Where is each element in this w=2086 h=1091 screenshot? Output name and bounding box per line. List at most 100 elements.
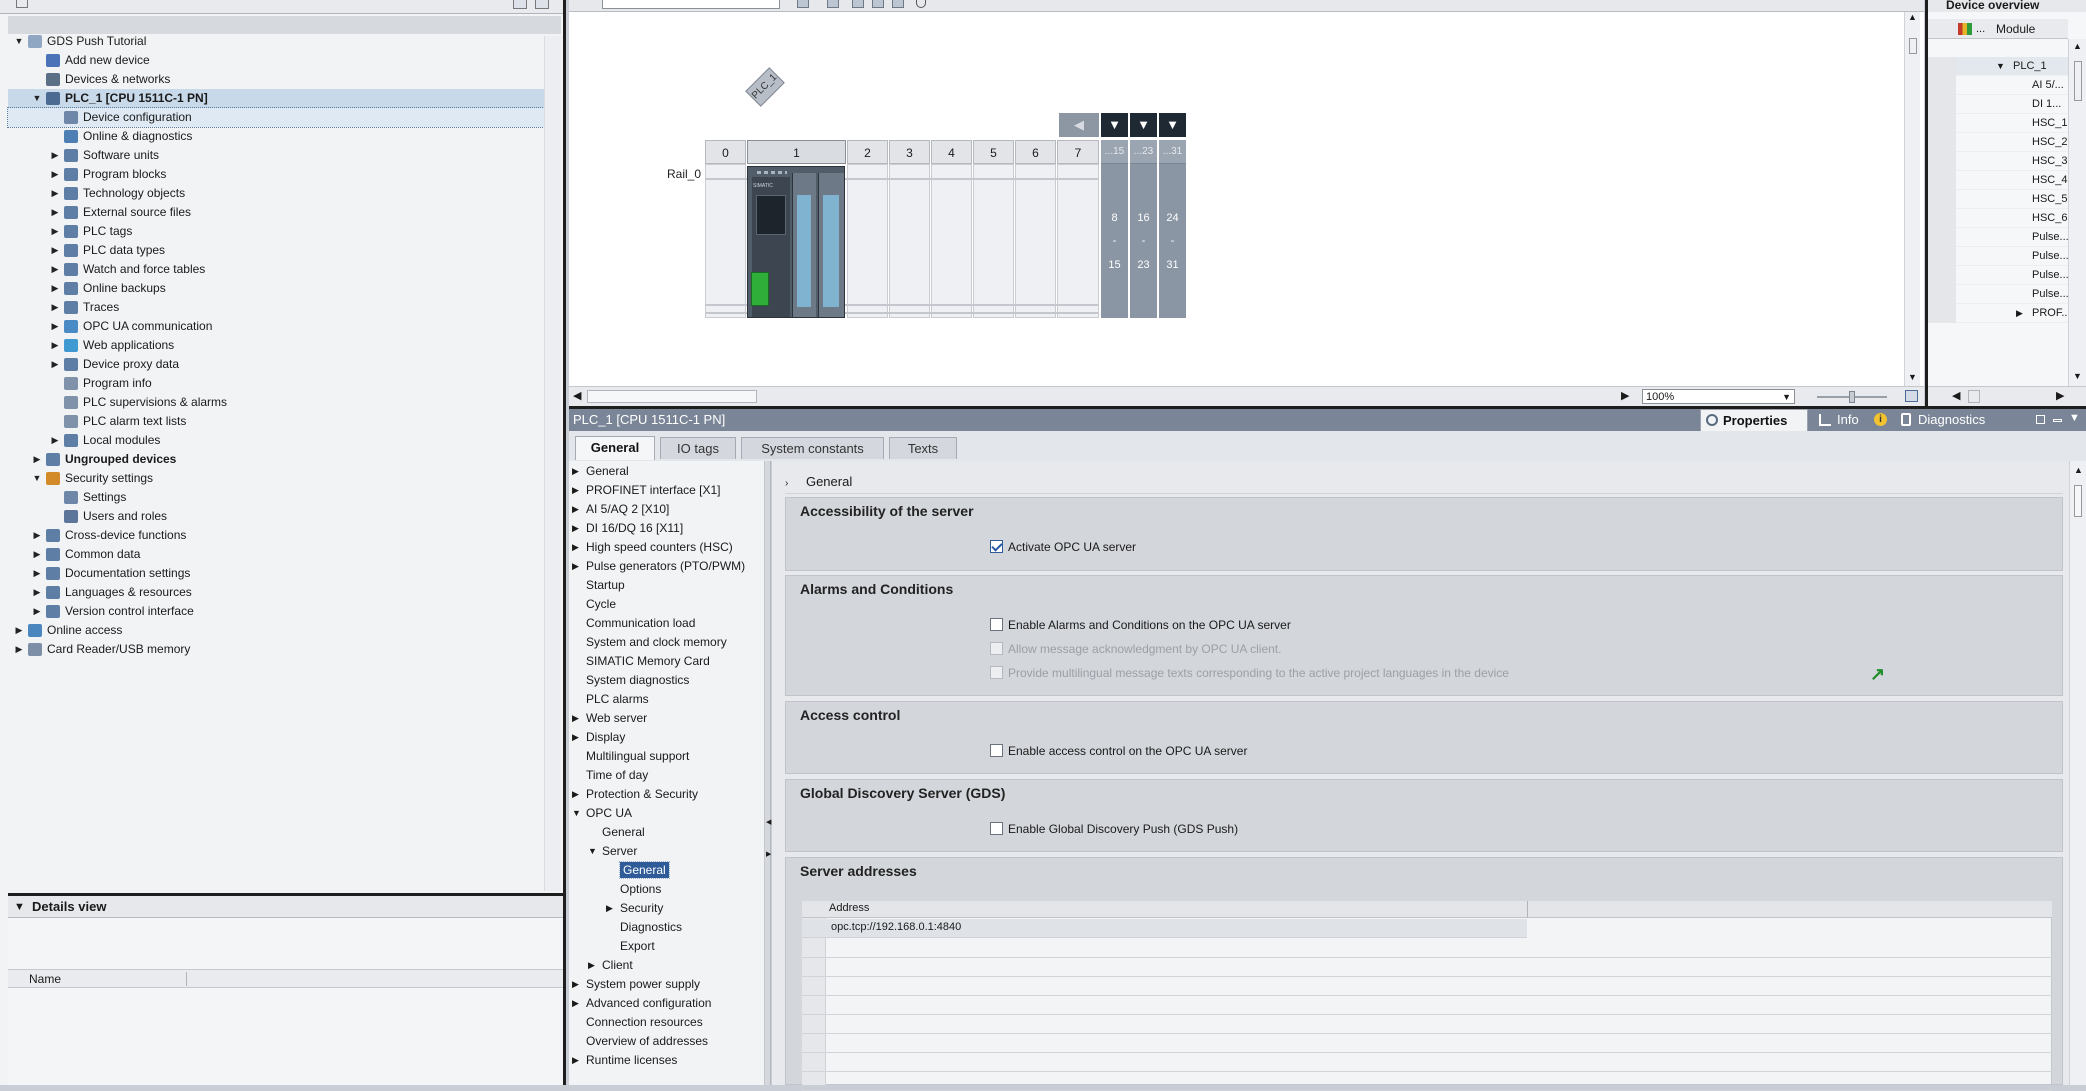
tree-item[interactable]: ▶ Documentation settings: [8, 564, 544, 583]
device-overview-row[interactable]: HSC_3: [1928, 152, 2068, 171]
nav-item[interactable]: Diagnostics: [620, 918, 682, 937]
fit-view-icon[interactable]: [1905, 390, 1918, 402]
tree-item[interactable]: ▶ Device proxy data: [8, 355, 544, 374]
chevron-right-icon[interactable]: ▶: [32, 583, 42, 602]
tree-item[interactable]: ▶ Traces: [8, 298, 544, 317]
tree-item[interactable]: Program info: [8, 374, 544, 393]
tree-item[interactable]: ▶ PLC data types: [8, 241, 544, 260]
device-overview-row[interactable]: HSC_5: [1928, 190, 2068, 209]
chevron-down-icon[interactable]: ▼: [2069, 412, 2080, 424]
device-overview-row[interactable]: Pulse...: [1928, 228, 2069, 247]
device-overview-row[interactable]: HSC_4: [1928, 171, 2068, 190]
nav-item[interactable]: PLC alarms: [586, 690, 649, 709]
tree-item[interactable]: ▶ Ungrouped devices: [8, 450, 544, 469]
enable-alarms-checkbox[interactable]: [990, 618, 1003, 631]
project-tree-scrollbar[interactable]: [544, 36, 561, 891]
activate-opcua-checkbox[interactable]: [990, 540, 1003, 553]
nav-item[interactable]: ▼ Server: [588, 842, 637, 861]
device-overview-row[interactable]: HSC_6: [1928, 209, 2068, 228]
expand-slot-toggle[interactable]: ▼: [1130, 113, 1157, 137]
slot-header[interactable]: 2: [847, 140, 888, 164]
chevron-right-icon[interactable]: ▶: [50, 336, 60, 355]
nav-item[interactable]: Communication load: [586, 614, 695, 633]
collapse-left-icon[interactable]: ◀: [766, 818, 771, 826]
chevron-right-icon[interactable]: ▶: [572, 519, 579, 538]
chevron-right-icon[interactable]: ▶: [50, 431, 60, 450]
chevron-right-icon[interactable]: ▶: [572, 557, 579, 576]
toolbar-icon[interactable]: [892, 0, 904, 8]
prop-tab[interactable]: General: [575, 436, 655, 460]
chevron-right-icon[interactable]: ▶: [572, 538, 579, 557]
horizontal-scroll-thumb[interactable]: [587, 390, 757, 403]
slot-column[interactable]: [1015, 164, 1056, 318]
nav-item[interactable]: System and clock memory: [586, 633, 727, 652]
prop-tab[interactable]: System constants: [741, 437, 884, 459]
toolbar-icon[interactable]: [872, 0, 884, 8]
nav-item[interactable]: Cycle: [586, 595, 616, 614]
chevron-right-icon[interactable]: ▶: [50, 260, 60, 279]
chevron-right-icon[interactable]: ▶: [50, 298, 60, 317]
device-overview-row[interactable]: Pulse...: [1928, 285, 2069, 304]
slot-column[interactable]: [931, 164, 972, 318]
tree-collapse-icon[interactable]: [16, 0, 28, 8]
device-overview-row[interactable]: DI 1...: [1928, 95, 2068, 114]
nav-item[interactable]: ▶ Display: [572, 728, 625, 747]
tree-item[interactable]: ▶ PLC tags: [8, 222, 544, 241]
tree-item[interactable]: ▶ Technology objects: [8, 184, 544, 203]
nav-item[interactable]: Startup: [586, 576, 625, 595]
tree-item[interactable]: ▼ GDS Push Tutorial: [8, 32, 544, 51]
tree-options-icon[interactable]: [535, 0, 549, 9]
prop-tab[interactable]: IO tags: [660, 437, 736, 459]
tree-item[interactable]: ▶ Software units: [8, 146, 544, 165]
tree-item[interactable]: ▶ External source files: [8, 203, 544, 222]
tree-item[interactable]: ▼ Security settings: [8, 469, 544, 488]
chevron-right-icon[interactable]: ▶: [572, 481, 579, 500]
content-scrollbar[interactable]: ▲: [2069, 461, 2086, 1085]
scroll-up-icon[interactable]: ▲: [2074, 465, 2083, 475]
tree-item[interactable]: ▶ Web applications: [8, 336, 544, 355]
device-overview-row[interactable]: ▶ PROF...: [1928, 304, 2071, 323]
expansion-slot-group[interactable]: ...15 8 - 15: [1101, 140, 1128, 318]
chevron-right-icon[interactable]: ▶: [14, 640, 24, 659]
device-overview-row[interactable]: AI 5/...: [1928, 76, 2068, 95]
device-view-vertical-scrollbar[interactable]: ▲ ▼: [1904, 12, 1920, 386]
nav-item[interactable]: ▶ Pulse generators (PTO/PWM): [572, 557, 745, 576]
chevron-right-icon[interactable]: ▶: [572, 1051, 579, 1070]
slot-column[interactable]: [1057, 164, 1099, 318]
enable-gds-push-checkbox[interactable]: [990, 822, 1003, 835]
chevron-right-icon[interactable]: ▶: [32, 545, 42, 564]
chevron-right-icon[interactable]: ▶: [32, 602, 42, 621]
details-view-header[interactable]: ▼ Details view: [8, 896, 563, 918]
chevron-right-icon[interactable]: ▶: [572, 785, 579, 804]
slot-header[interactable]: 6: [1015, 140, 1056, 164]
slot-column[interactable]: [705, 164, 746, 318]
nav-item[interactable]: General: [619, 861, 670, 880]
chevron-right-icon[interactable]: ▶: [50, 203, 60, 222]
column-module[interactable]: Module: [1996, 19, 2035, 39]
slot-column[interactable]: [889, 164, 930, 318]
enable-access-control-checkbox[interactable]: [990, 744, 1003, 757]
chevron-right-icon[interactable]: ▶: [32, 564, 42, 583]
device-overview-row[interactable]: Pulse...: [1928, 247, 2069, 266]
chevron-right-icon[interactable]: ▶: [32, 526, 42, 545]
chevron-right-icon[interactable]: ▶: [606, 899, 613, 918]
toolbar-icon[interactable]: [827, 0, 839, 8]
tree-item[interactable]: ▶ Common data: [8, 545, 544, 564]
chevron-down-icon[interactable]: ▼: [32, 469, 42, 488]
device-overview-row[interactable]: HSC_2: [1928, 133, 2068, 152]
nav-item[interactable]: ▶ Advanced configuration: [572, 994, 711, 1013]
tree-item[interactable]: Add new device: [8, 51, 544, 70]
tree-item[interactable]: ▶ Online backups: [8, 279, 544, 298]
expansion-slot-group[interactable]: ...23 16 - 23: [1130, 140, 1157, 318]
zoom-slider-handle[interactable]: [1849, 391, 1855, 403]
chevron-down-icon[interactable]: ▼: [1996, 57, 2005, 76]
address-column-header[interactable]: Address: [829, 902, 869, 914]
zoom-icon[interactable]: [916, 0, 926, 8]
scroll-up-icon[interactable]: ▲: [1908, 12, 1917, 22]
expand-right-icon[interactable]: ▶: [766, 850, 771, 858]
chevron-right-icon[interactable]: ▶: [50, 165, 60, 184]
expand-slot-toggle[interactable]: ▼: [1159, 113, 1186, 137]
nav-item[interactable]: SIMATIC Memory Card: [586, 652, 710, 671]
nav-item[interactable]: Options: [620, 880, 661, 899]
nav-item[interactable]: Multilingual support: [586, 747, 689, 766]
